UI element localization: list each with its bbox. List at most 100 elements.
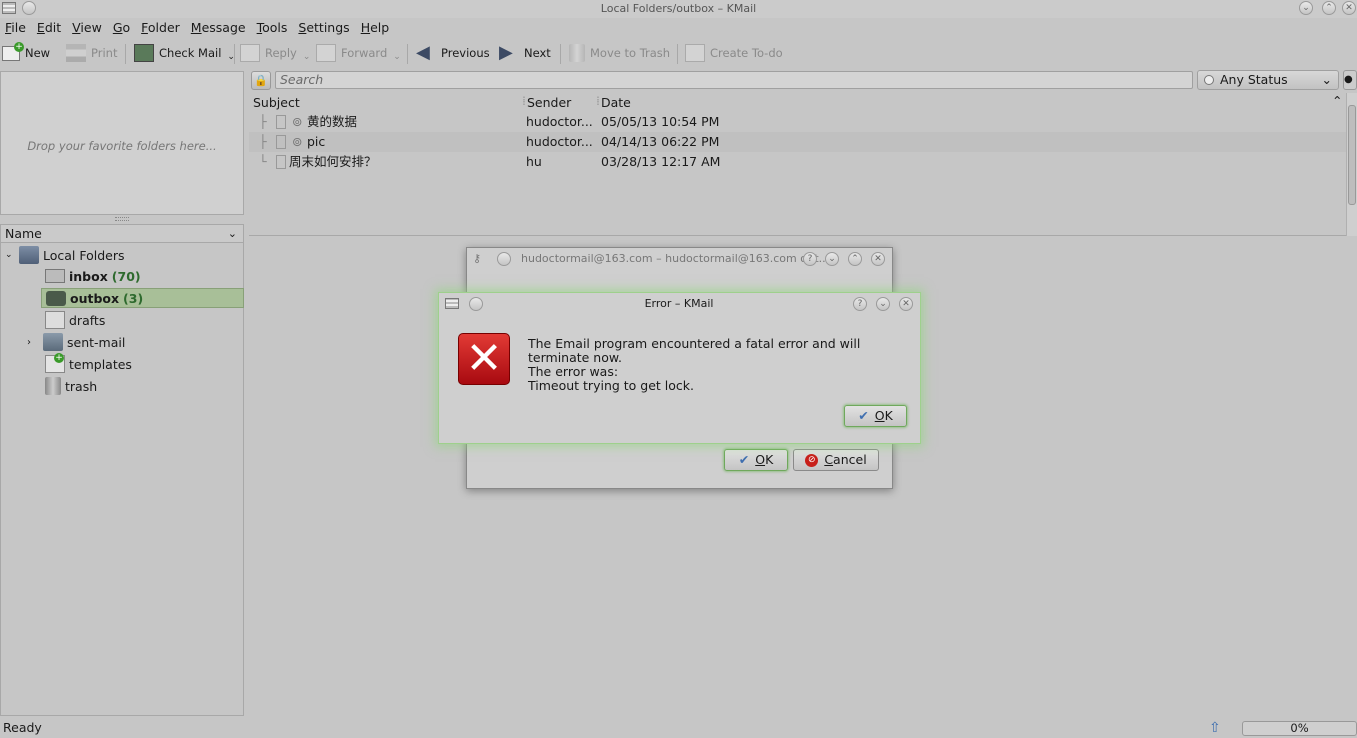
sent-mail-icon (43, 333, 63, 351)
error-line-3: Timeout trying to get lock. (528, 378, 695, 393)
message-row[interactable]: ├ ⊚ 黄的数据 hudoctor... 05/05/13 10:54 PM (249, 112, 1346, 132)
new-mail-icon: + (2, 41, 24, 61)
reply-button[interactable]: Reply ⌄ (240, 40, 310, 66)
drafts-icon (45, 311, 65, 329)
thread-line: ├ (259, 134, 267, 149)
search-input[interactable]: Search (275, 71, 1193, 89)
check-mail-icon (134, 44, 154, 62)
favorite-folders-pane[interactable]: Drop your favorite folders here... (0, 71, 244, 215)
account-cancel-button[interactable]: ⊘ Cancel (793, 449, 879, 471)
expand-arrow-icon[interactable]: ⌄ (5, 250, 19, 260)
message-subject: 黄的数据 (307, 114, 358, 129)
account-dialog-titlebar: ⚷ hudoctormail@163.com – hudoctormail@16… (467, 248, 892, 270)
splitter-handle[interactable] (115, 217, 129, 221)
account-dialog-title: hudoctormail@163.com – hudoctormail@163.… (521, 252, 830, 265)
menu-bar: File Edit View Go Folder Message Tools Settings… (0, 18, 1357, 38)
column-date[interactable]: Date (601, 95, 631, 110)
folder-trash[interactable]: trash (45, 376, 97, 396)
progress-text: 0% (1290, 721, 1309, 735)
binoculars-icon[interactable]: ● (1343, 70, 1357, 90)
status-filter-select[interactable]: Any Status ⌄ (1197, 70, 1339, 90)
folder-icon (19, 246, 39, 264)
maximize-button[interactable]: ⌃ (1322, 1, 1336, 15)
column-sender[interactable]: Sender (527, 95, 571, 110)
folder-sent-mail[interactable]: › sent-mail (27, 332, 125, 352)
check-icon: ✔ (858, 408, 869, 423)
thread-line: └ (259, 154, 267, 169)
folder-drafts[interactable]: drafts (45, 310, 105, 330)
close-button[interactable]: ✕ (1342, 1, 1356, 15)
minimize-button[interactable]: ⌄ (1299, 1, 1313, 15)
message-sender: hudoctor... (526, 114, 593, 129)
chevron-down-icon[interactable]: ⌄ (393, 52, 401, 62)
folder-outbox[interactable]: outbox (3) (41, 288, 244, 308)
account-ok-button[interactable]: ✔ OK (724, 449, 788, 471)
create-todo-button[interactable]: Create To-do (685, 40, 783, 66)
menu-message[interactable]: Message (186, 18, 252, 36)
trash-icon (45, 377, 61, 395)
error-ok-button[interactable]: ✔ OK (844, 405, 907, 427)
chevron-down-icon[interactable]: ⌄ (303, 52, 311, 62)
close-button[interactable]: ✕ (899, 297, 913, 311)
chevron-down-icon[interactable]: ⌄ (228, 225, 237, 242)
maximize-button[interactable]: ⌃ (848, 252, 862, 266)
up-arrow-icon[interactable]: ⇧ (1209, 718, 1221, 738)
pin-icon[interactable] (497, 252, 511, 266)
menu-file[interactable]: File (0, 18, 32, 36)
pin-icon[interactable] (22, 1, 36, 15)
message-row[interactable]: ├ ⊚ pic hudoctor... 04/14/13 06:22 PM (249, 132, 1346, 152)
status-icon (1204, 75, 1214, 85)
next-button[interactable]: ▶ Next (499, 40, 551, 66)
minimize-button[interactable]: ⌄ (876, 297, 890, 311)
column-subject[interactable]: Subject (253, 95, 300, 110)
error-dialog: Error – KMail ? ⌄ ✕ ✕ The Email program … (438, 292, 921, 444)
inbox-icon (45, 269, 65, 283)
trash-icon (569, 44, 585, 62)
window-titlebar: Local Folders/outbox – KMail ⌄ ⌃ ✕ (0, 0, 1357, 18)
help-button[interactable]: ? (853, 297, 867, 311)
check-icon: ✔ (738, 452, 750, 467)
todo-icon (685, 44, 705, 62)
minimize-button[interactable]: ⌄ (825, 252, 839, 266)
menu-view[interactable]: View (67, 18, 108, 36)
message-date: 04/14/13 06:22 PM (601, 134, 720, 149)
menu-help[interactable]: Help (356, 18, 396, 36)
thread-line: ├ (259, 114, 267, 129)
cancel-icon: ⊘ (805, 453, 819, 467)
folder-tree-header[interactable]: Name ⌄ (0, 224, 244, 243)
error-line-2: The error was: (528, 364, 619, 379)
menu-folder[interactable]: Folder (136, 18, 186, 36)
error-line-1: The Email program encountered a fatal er… (528, 336, 861, 365)
menu-go[interactable]: Go (108, 18, 136, 36)
check-mail-button[interactable]: Check Mail ⌄ (134, 40, 235, 66)
menu-tools[interactable]: Tools (252, 18, 294, 36)
message-sender: hudoctor... (526, 134, 593, 149)
message-list-header: Subject ⁞ Sender ⁞ Date ⌃ (249, 93, 1346, 111)
message-row[interactable]: └ 周末如何安排？ hu 03/28/13 12:17 AM (249, 152, 1346, 172)
main-toolbar: + New Print Check Mail ⌄ Reply ⌄ Forward… (0, 40, 1357, 68)
attachment-icon: ⊚ (292, 114, 303, 129)
sort-up-icon[interactable]: ⌃ (1332, 93, 1342, 108)
attachment-icon: ⊚ (292, 134, 303, 149)
message-date: 03/28/13 12:17 AM (601, 154, 721, 169)
folder-local-folders[interactable]: ⌄ Local Folders (5, 245, 125, 265)
folder-inbox[interactable]: inbox (70) (45, 266, 141, 286)
status-bar: Ready ⇧ 0% (0, 718, 1357, 738)
forward-button[interactable]: Forward ⌄ (316, 40, 401, 66)
hourglass-icon (276, 155, 286, 169)
menu-settings[interactable]: Settings (293, 18, 355, 36)
new-button[interactable]: + New (2, 40, 50, 66)
folder-templates[interactable]: + templates (45, 353, 132, 374)
help-button[interactable]: ? (803, 252, 817, 266)
scrollbar-thumb[interactable] (1348, 105, 1356, 205)
printer-icon (66, 44, 86, 62)
menu-edit[interactable]: Edit (32, 18, 67, 36)
close-button[interactable]: ✕ (871, 252, 885, 266)
message-list-scrollbar[interactable] (1346, 93, 1357, 236)
lock-icon[interactable]: 🔒 (251, 71, 271, 90)
window-menu-icon[interactable] (2, 2, 16, 14)
previous-button[interactable]: ◀ Previous (416, 40, 490, 66)
move-to-trash-button[interactable]: Move to Trash (569, 40, 670, 66)
print-button[interactable]: Print (66, 40, 117, 66)
expand-arrow-icon[interactable]: › (27, 337, 43, 348)
